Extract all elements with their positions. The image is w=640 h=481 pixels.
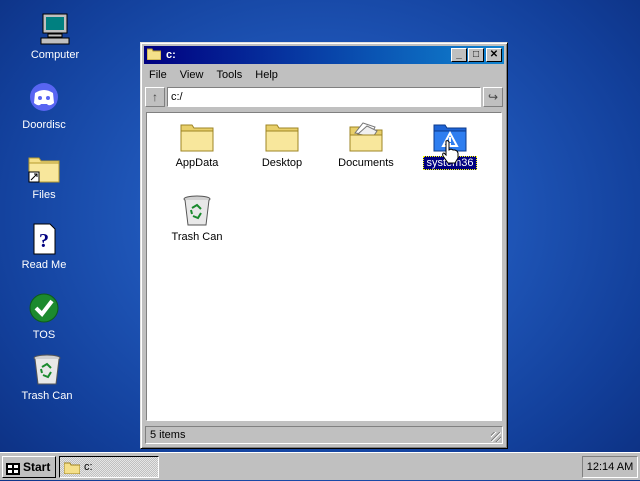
- desktop-icon-files[interactable]: Files: [9, 152, 79, 202]
- system-clock: 12:14 AM: [582, 456, 638, 478]
- file-label: Trash Can: [171, 231, 223, 243]
- desktop-icon-computer[interactable]: Computer: [20, 12, 90, 62]
- desktop-icon-label: Files: [32, 189, 56, 201]
- help-document-icon: ?: [27, 222, 61, 256]
- desktop-icon-label: Doordisc: [22, 119, 66, 131]
- file-item-appdata[interactable]: AppData: [159, 121, 235, 170]
- folder-shortcut-icon: [27, 152, 61, 186]
- folder-icon: [180, 121, 214, 153]
- trash-can-icon: [180, 195, 214, 227]
- folder-icon: [146, 48, 162, 61]
- taskbar: Start c: 12:14 AM: [0, 452, 640, 480]
- menu-file[interactable]: File: [145, 67, 173, 81]
- file-item-trash-can[interactable]: Trash Can: [159, 195, 235, 244]
- explorer-window[interactable]: c: _ □ ✕ File View Tools Help ↑ ↪ AppDat…: [140, 42, 508, 449]
- desktop-icon-doordisc[interactable]: Doordisc: [9, 82, 79, 132]
- start-button[interactable]: Start: [2, 456, 56, 478]
- desktop-icon-label: Read Me: [21, 259, 67, 271]
- go-button[interactable]: ↪: [483, 87, 503, 107]
- checkmark-icon: [27, 292, 61, 326]
- file-label: AppData: [175, 157, 219, 169]
- desktop-icon-tos[interactable]: TOS: [9, 292, 79, 342]
- address-bar: ↑ ↪: [145, 87, 503, 109]
- folder-icon: [265, 121, 299, 153]
- documents-folder-icon: [349, 121, 383, 153]
- menu-help[interactable]: Help: [251, 67, 284, 81]
- file-label: Desktop: [261, 157, 303, 169]
- trash-can-icon: [30, 353, 64, 387]
- doordisc-icon: [27, 82, 61, 116]
- hand-cursor-icon: [440, 140, 460, 164]
- window-titlebar[interactable]: c: _ □ ✕: [144, 46, 504, 64]
- menu-bar: File View Tools Help: [145, 67, 503, 85]
- taskbar-item-c[interactable]: c:: [59, 456, 159, 478]
- file-item-documents[interactable]: Documents: [328, 121, 404, 170]
- address-input[interactable]: [167, 87, 481, 107]
- close-button[interactable]: ✕: [486, 48, 502, 62]
- start-logo-icon: [6, 461, 20, 475]
- desktop-icon-trash-can[interactable]: Trash Can: [12, 353, 82, 403]
- svg-text:?: ?: [39, 230, 49, 252]
- folder-icon: [63, 461, 81, 475]
- file-item-desktop[interactable]: Desktop: [244, 121, 320, 170]
- maximize-button[interactable]: □: [468, 48, 484, 62]
- start-label: Start: [23, 460, 51, 474]
- taskbar-item-label: c:: [84, 461, 93, 473]
- status-text: 5 items: [150, 429, 186, 441]
- resize-grip-icon[interactable]: [491, 432, 501, 442]
- window-title: c:: [166, 49, 176, 61]
- desktop-icon-label: Trash Can: [21, 390, 73, 402]
- menu-tools[interactable]: Tools: [213, 67, 249, 81]
- desktop-icon-label: Computer: [30, 49, 80, 61]
- desktop-icon-read-me[interactable]: ? Read Me: [9, 222, 79, 272]
- menu-view[interactable]: View: [176, 67, 210, 81]
- status-bar: 5 items: [145, 426, 503, 444]
- file-label: Documents: [338, 157, 394, 169]
- minimize-button[interactable]: _: [451, 48, 467, 62]
- computer-icon: [38, 12, 72, 46]
- desktop-icon-label: TOS: [32, 329, 56, 341]
- up-folder-button[interactable]: ↑: [145, 87, 165, 107]
